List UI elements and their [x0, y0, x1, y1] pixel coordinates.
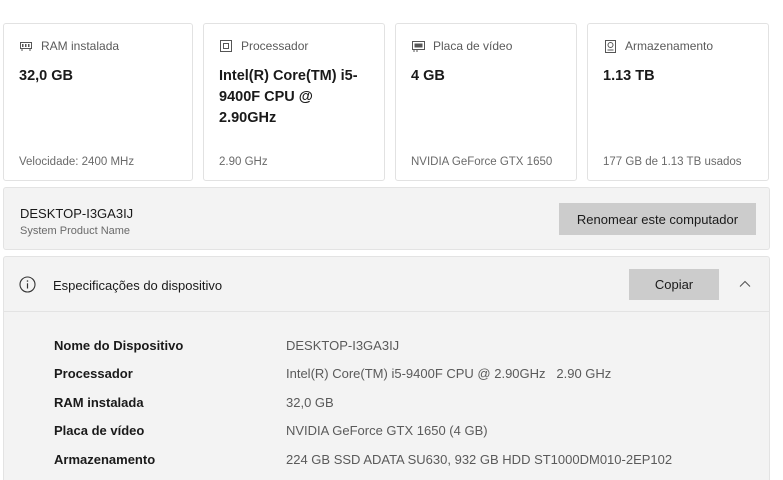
specs-header[interactable]: Especificações do dispositivo Copiar [4, 257, 769, 312]
storage-card-title: Armazenamento [625, 39, 714, 53]
spec-value: 32,0 GB [286, 395, 334, 410]
spec-value: Intel(R) Core(TM) i5-9400F CPU @ 2.90GHz… [286, 366, 612, 381]
processor-icon [219, 39, 233, 53]
storage-card: Armazenamento 1.13 TB 177 GB de 1.13 TB … [587, 23, 769, 181]
spec-label: Placa de vídeo [54, 423, 145, 438]
spec-row-device-name: Nome do Dispositivo DESKTOP-I3GA3IJ [4, 338, 769, 358]
gpu-card-value: 4 GB [411, 68, 445, 84]
spec-row-ram: RAM instalada 32,0 GB [4, 395, 769, 415]
ram-card-value: 32,0 GB [19, 68, 73, 84]
ram-icon [19, 39, 33, 53]
processor-card: Processador Intel(R) Core(TM) i5-9400F C… [203, 23, 385, 181]
spec-row-storage: Armazenamento 224 GB SSD ADATA SU630, 93… [4, 452, 769, 472]
ram-card-header: RAM instalada [19, 39, 119, 53]
spec-value: NVIDIA GeForce GTX 1650 (4 GB) [286, 423, 488, 438]
ram-card-title: RAM instalada [41, 39, 120, 53]
processor-card-title: Processador [241, 39, 309, 53]
spec-label: Nome do Dispositivo [54, 338, 184, 353]
storage-card-header: Armazenamento [603, 39, 713, 53]
info-icon [19, 276, 36, 293]
rename-computer-button[interactable]: Renomear este computador [559, 203, 756, 235]
gpu-icon [411, 39, 425, 53]
spec-value: 224 GB SSD ADATA SU630, 932 GB HDD ST100… [286, 452, 673, 467]
device-name: DESKTOP-I3GA3IJ [20, 206, 134, 221]
chevron-up-icon[interactable] [738, 277, 752, 291]
ram-card-subtext: Velocidade: 2400 MHz [19, 156, 135, 168]
spec-value: DESKTOP-I3GA3IJ [286, 338, 400, 353]
specs-title: Especificações do dispositivo [53, 278, 223, 293]
device-model: System Product Name [20, 225, 131, 237]
spec-label: RAM instalada [54, 395, 144, 410]
gpu-card-title: Placa de vídeo [433, 39, 513, 53]
processor-card-subtext: 2.90 GHz [219, 156, 268, 168]
spec-label: Processador [54, 366, 133, 381]
gpu-card-header: Placa de vídeo [411, 39, 512, 53]
ram-card: RAM instalada 32,0 GB Velocidade: 2400 M… [3, 23, 193, 181]
device-specs-panel: Especificações do dispositivo Copiar Nom… [3, 256, 770, 480]
spec-row-processor: Processador Intel(R) Core(TM) i5-9400F C… [4, 366, 769, 386]
gpu-card: Placa de vídeo 4 GB NVIDIA GeForce GTX 1… [395, 23, 577, 181]
gpu-card-subtext: NVIDIA GeForce GTX 1650 [411, 156, 553, 168]
copy-button[interactable]: Copiar [629, 269, 719, 300]
spec-row-gpu: Placa de vídeo NVIDIA GeForce GTX 1650 (… [4, 423, 769, 443]
storage-card-value: 1.13 TB [603, 68, 655, 84]
processor-card-value: Intel(R) Core(TM) i5-9400F CPU @ 2.90GHz [219, 68, 358, 126]
storage-card-subtext: 177 GB de 1.13 TB usados [603, 156, 742, 168]
processor-card-header: Processador [219, 39, 308, 53]
storage-icon [603, 39, 617, 53]
device-name-panel: DESKTOP-I3GA3IJ System Product Name Reno… [3, 187, 770, 250]
spec-label: Armazenamento [54, 452, 156, 467]
